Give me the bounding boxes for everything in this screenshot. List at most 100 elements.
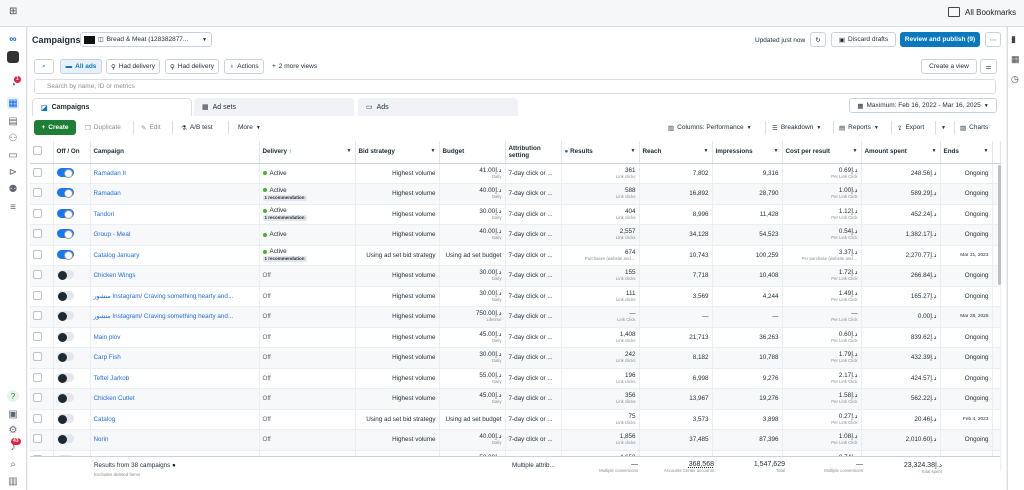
campaign-name-cell[interactable]: Catalog January xyxy=(90,245,260,266)
campaign-toggle[interactable] xyxy=(56,372,74,383)
table-row[interactable]: Norin Off Highest volume 40.00د.إ Daily 7… xyxy=(30,429,1001,451)
campaign-name-cell[interactable]: Main plov xyxy=(90,327,260,348)
row-toggle-cell[interactable] xyxy=(53,265,91,287)
bid-strategy-cell[interactable]: Using ad set bid strategy xyxy=(355,409,440,430)
help-icon[interactable]: ? xyxy=(7,390,19,402)
people-icon[interactable]: ⚉ xyxy=(7,183,19,195)
campaign-name-cell[interactable]: Ramadan xyxy=(90,183,260,205)
layers-icon[interactable]: ▥ xyxy=(7,475,19,487)
date-range-picker[interactable]: ▦ Maximum: Feb 16, 2022 - Mar 16, 2025 ▼ xyxy=(849,98,997,113)
all-bookmarks-link[interactable]: All Bookmarks xyxy=(965,8,1016,17)
header-reach[interactable]: Reach ▼ xyxy=(639,141,713,164)
campaign-toggle[interactable] xyxy=(56,311,74,322)
budget-cell[interactable]: 40.00د.إ Daily xyxy=(439,183,506,205)
campaign-name-link[interactable]: منشور Instagram/ Craving something heart… xyxy=(94,313,234,320)
campaign-name-cell[interactable]: Norin xyxy=(90,429,260,451)
budget-cell[interactable]: 30.00د.إ Daily xyxy=(439,204,506,225)
campaign-name-link[interactable]: Group - Meal xyxy=(94,231,131,238)
audiences-icon[interactable]: ⚇ xyxy=(7,132,19,144)
discard-drafts-button[interactable]: ▣ Discard drafts xyxy=(831,32,896,47)
bid-strategy-cell[interactable]: Highest volume xyxy=(355,163,440,184)
grid-view-icon[interactable]: ▦ xyxy=(1011,54,1020,65)
create-view-button[interactable]: Create a view xyxy=(921,59,977,74)
filter-had-delivery-2[interactable]: ⚲ Had delivery xyxy=(165,59,219,74)
billing-icon[interactable]: ▭ xyxy=(7,149,19,161)
reports-button[interactable]: ▤ Reports ▼ xyxy=(839,120,879,135)
charts-button[interactable]: ▨ Charts xyxy=(960,120,988,135)
campaign-toggle[interactable] xyxy=(56,249,74,260)
campaign-name-cell[interactable]: Tandori xyxy=(90,204,260,225)
table-row[interactable]: Main plov Off Highest volume 45.00د.إ Dai… xyxy=(30,327,1001,348)
megaphone-icon[interactable]: ⊳ xyxy=(7,166,19,178)
search-icon[interactable]: ⌕ xyxy=(7,458,19,470)
row-select-cell[interactable] xyxy=(30,347,54,369)
row-checkbox[interactable] xyxy=(33,208,42,218)
table-row[interactable]: Ramadan Active 1 recommendation Highest v… xyxy=(30,183,1001,205)
tab-ad-sets[interactable]: ▦ Ad sets xyxy=(194,98,354,116)
bid-strategy-cell[interactable]: Using ad set bid strategy xyxy=(355,245,440,266)
campaign-toggle[interactable] xyxy=(56,331,74,342)
campaign-toggle[interactable] xyxy=(56,188,74,199)
search-input[interactable]: Search by name, ID or metrics xyxy=(47,83,135,90)
row-toggle-cell[interactable] xyxy=(53,306,91,328)
vertical-scrollbar[interactable] xyxy=(998,165,1001,285)
campaign-name-link[interactable]: Ramadan xyxy=(94,190,121,197)
export-dropdown[interactable]: ▼ xyxy=(941,120,946,135)
history-icon[interactable]: ◷ xyxy=(1011,74,1019,85)
assets-icon[interactable]: ▣ xyxy=(7,408,19,420)
account-avatar-icon[interactable] xyxy=(7,51,19,63)
header-ends[interactable]: Ends ▼ xyxy=(940,141,993,164)
row-select-cell[interactable] xyxy=(30,388,54,410)
campaign-name-cell[interactable]: Teftel Jarkob xyxy=(90,368,260,389)
header-cost-per-result[interactable]: Cost per result ▼ xyxy=(782,141,862,164)
bid-strategy-cell[interactable]: Highest volume xyxy=(355,224,440,246)
campaign-toggle[interactable] xyxy=(56,270,74,281)
row-select-cell[interactable] xyxy=(30,327,54,348)
reports-icon[interactable]: ▤ xyxy=(7,115,19,127)
apps-grid-icon[interactable]: ⊞ xyxy=(9,7,19,17)
campaign-name-link[interactable]: Tandori xyxy=(94,211,115,218)
table-row[interactable]: Tandori Active 1 recommendation Highest v… xyxy=(30,204,1001,225)
row-checkbox[interactable] xyxy=(33,413,42,423)
account-selector[interactable]: ◫ Bread & Meat (128382877... ▼ xyxy=(80,32,212,47)
row-toggle-cell[interactable] xyxy=(53,224,91,246)
campaign-name-link[interactable]: Catalog xyxy=(94,416,116,423)
more-actions-button[interactable]: More ▼ xyxy=(238,120,261,135)
header-budget[interactable]: Budget xyxy=(439,141,506,164)
row-toggle-cell[interactable] xyxy=(53,368,91,389)
budget-cell[interactable]: Using ad set budget xyxy=(439,409,506,430)
table-row[interactable]: Catalog January Active 1 recommendation U… xyxy=(30,245,1001,266)
campaign-toggle[interactable] xyxy=(56,290,74,301)
campaign-name-link[interactable]: منشور Instagram/ Craving something heart… xyxy=(94,293,234,300)
campaign-name-cell[interactable]: Catalog xyxy=(90,409,260,430)
budget-cell[interactable]: 55.00د.إ Daily xyxy=(439,368,506,389)
bid-strategy-cell[interactable]: Highest volume xyxy=(355,368,440,389)
breakdown-button[interactable]: ☰ Breakdown ▼ xyxy=(772,120,821,135)
header-bid-strategy[interactable]: Bid strategy ▼ xyxy=(355,141,440,164)
row-checkbox[interactable] xyxy=(33,434,42,444)
row-toggle-cell[interactable] xyxy=(53,429,91,451)
header-attribution[interactable]: Attribution setting xyxy=(505,141,562,164)
filter-actions[interactable]: ♁ Actions xyxy=(224,59,264,74)
table-row[interactable]: Teftel Jarkob Off Highest volume 55.00د.… xyxy=(30,368,1001,389)
row-toggle-cell[interactable] xyxy=(53,245,91,266)
ab-test-button[interactable]: ⚗ A/B test xyxy=(181,120,213,135)
create-button[interactable]: + Create xyxy=(34,120,76,135)
campaign-name-link[interactable]: Main plov xyxy=(94,334,121,341)
row-checkbox[interactable] xyxy=(33,229,42,239)
table-row[interactable]: Ramadan II Active Highest volume 41.00د.… xyxy=(30,163,1001,184)
campaign-toggle[interactable] xyxy=(56,434,74,445)
campaign-name-cell[interactable]: Group - Meal xyxy=(90,224,260,246)
row-select-cell[interactable] xyxy=(30,183,54,205)
duplicate-button[interactable]: ❐ Duplicate xyxy=(85,120,121,135)
table-row[interactable]: Chicken Cutlet Off Highest volume 45.00د… xyxy=(30,388,1001,410)
campaign-name-link[interactable]: Teftel Jarkob xyxy=(94,375,130,382)
row-toggle-cell[interactable] xyxy=(53,409,91,430)
select-all-checkbox[interactable] xyxy=(33,146,42,156)
row-select-cell[interactable] xyxy=(30,224,54,246)
row-select-cell[interactable] xyxy=(30,204,54,225)
tab-campaigns[interactable]: ◪ Campaigns xyxy=(32,98,192,116)
bid-strategy-cell[interactable]: Highest volume xyxy=(355,327,440,348)
columns-button[interactable]: ▥ Columns: Performance ▼ xyxy=(668,120,752,135)
campaign-toggle[interactable] xyxy=(56,167,74,178)
